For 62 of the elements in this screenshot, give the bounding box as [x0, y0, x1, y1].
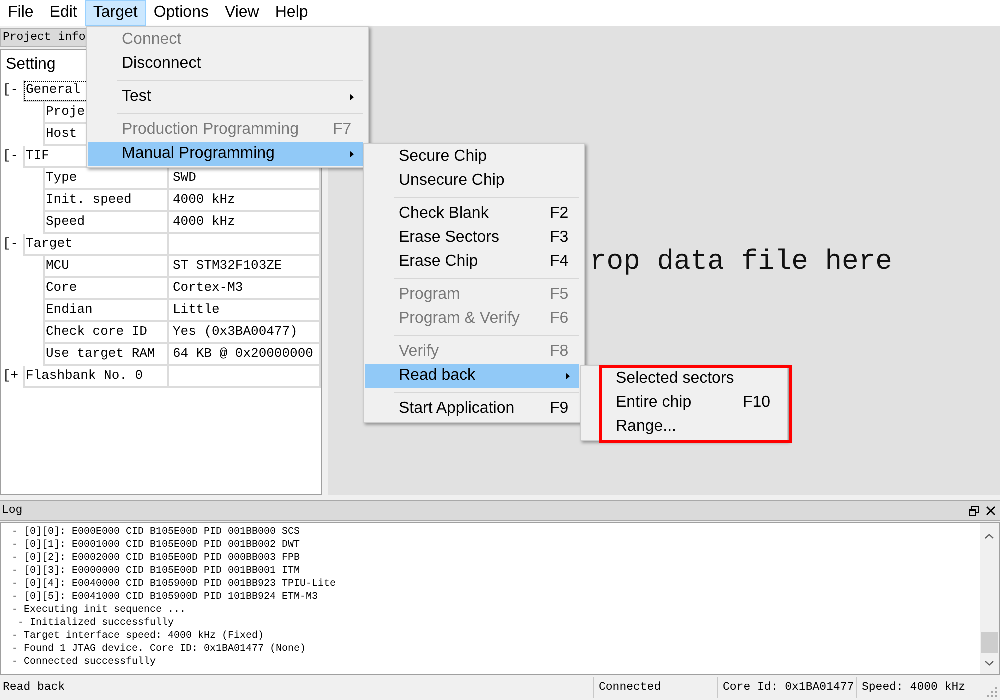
log-line: - [0][5]: E0041000 CID B105900D PID 101BB924 ETM-M3 — [12, 591, 320, 604]
log-line: - Target interface speed: 4000 kHz (Fixed) — [12, 630, 266, 643]
property-name-cell: MCU — [43, 256, 169, 278]
log-line: - Found 1 JTAG device. Core ID: 0x1BA01477 (None) — [12, 643, 308, 656]
status-message: Read back — [2, 680, 66, 696]
scrollbar[interactable] — [980, 523, 999, 674]
menu-item[interactable]: Range... — [582, 415, 782, 439]
property-value-cell: Yes (0x3BA00477) — [169, 322, 321, 344]
menu-item[interactable]: Secure Chip — [365, 145, 579, 169]
shortcut-text: F5 — [550, 287, 569, 303]
log-line: - Initialized successfully — [17, 617, 176, 630]
expand-toggle[interactable]: [- — [1, 146, 23, 168]
log-line: - Connected successfully — [12, 656, 158, 669]
shortcut-text: F7 — [333, 122, 352, 138]
property-name-cell: Check core ID — [43, 322, 169, 344]
log-line: - Executing init sequence ... — [12, 604, 188, 617]
chevron-up-icon[interactable] — [985, 534, 994, 538]
panel-title: Log — [2, 504, 23, 516]
close-icon[interactable] — [986, 506, 996, 516]
shortcut-text: F2 — [550, 206, 569, 222]
property-name-cell: Init. speed — [43, 190, 169, 212]
shortcut-text: F10 — [743, 395, 771, 411]
property-name-cell: Core — [43, 278, 169, 300]
shortcut-text: F6 — [550, 311, 569, 327]
expand-toggle[interactable]: [+ — [1, 366, 23, 388]
property-value-cell: 4000 kHz — [169, 190, 321, 212]
menu-item[interactable]: Check Blank F2 — [365, 202, 579, 226]
log-line: - [0][3]: E0000000 CID B105E00D PID 001BB001 ITM — [12, 565, 302, 578]
menu-item[interactable]: Erase Chip F4 — [365, 250, 579, 274]
log-line: - [0][0]: E000E000 CID B105E00D PID 001BB000 SCS — [12, 526, 302, 539]
property-value-cell: Little — [169, 300, 321, 322]
menu-item[interactable]: Start Application F9 — [365, 397, 579, 421]
scrollbar-thumb[interactable] — [981, 632, 998, 653]
menu-item[interactable]: Erase Sectors F3 — [365, 226, 579, 250]
menu-item[interactable]: Read back — [365, 364, 579, 388]
core-id-status: Core Id: 0x1BA01477 — [717, 677, 856, 698]
menu-item[interactable]: Entire chip F10 — [582, 391, 782, 415]
log-line: - [0][2]: E0002000 CID B105E00D PID 000BB003 FPB — [12, 552, 302, 565]
menu-item[interactable]: Manual Programming — [88, 142, 363, 166]
property-name-cell: Use target RAM — [43, 344, 169, 366]
expand-toggle[interactable]: [- — [1, 234, 23, 256]
restore-icon[interactable] — [969, 506, 979, 516]
property-value-cell: ST STM32F103ZE — [169, 256, 321, 278]
log-line: - [0][4]: E0040000 CID B105900D PID 001BB923 TPIU-Lite — [12, 578, 338, 591]
menu-item[interactable]: Unsecure Chip — [365, 169, 579, 193]
property-name-cell: Speed — [43, 212, 169, 234]
shortcut-text: F9 — [550, 401, 569, 417]
shortcut-text: F4 — [550, 254, 569, 270]
property-name-cell: Endian — [43, 300, 169, 322]
speed-status: Speed: 4000 kHz — [856, 677, 980, 698]
chevron-down-icon[interactable] — [985, 661, 994, 666]
column-header: Setting — [6, 57, 56, 73]
resize-grip-icon[interactable] — [987, 687, 998, 698]
drop-hint: rop data file here — [590, 247, 892, 278]
connection-status: Connected — [593, 677, 717, 698]
shortcut-text: F8 — [550, 344, 569, 360]
expand-toggle[interactable]: [- — [1, 80, 23, 102]
shortcut-text: F3 — [550, 230, 569, 246]
log-line: - [0][1]: E0001000 CID B105E00D PID 001BB002 DWT — [12, 539, 302, 552]
menu-item[interactable]: Disconnect — [88, 52, 363, 76]
property-value-cell: Cortex-M3 — [169, 278, 321, 300]
menu-bar-item[interactable]: Target — [85, 0, 146, 26]
